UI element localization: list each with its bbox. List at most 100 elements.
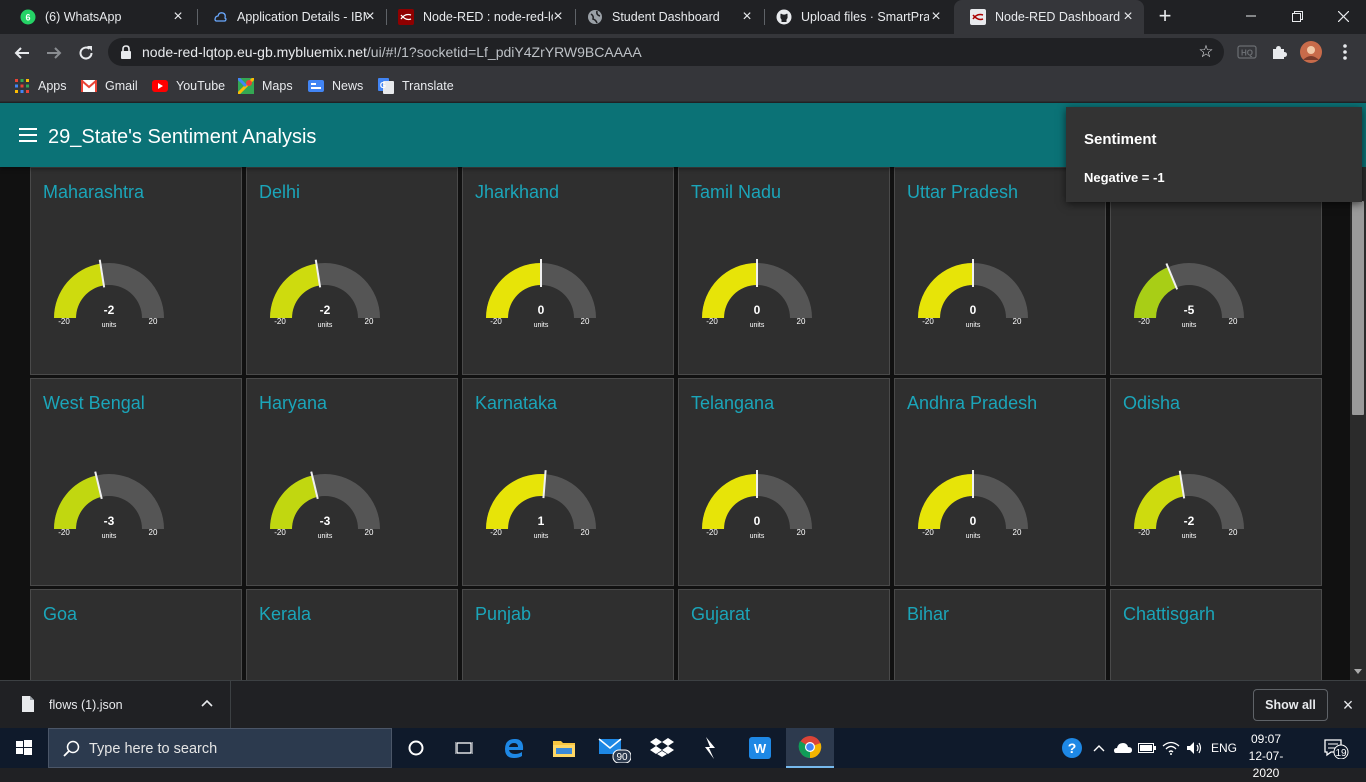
- tab-whatsapp[interactable]: 6 (6) WhatsApp ×: [4, 0, 194, 34]
- close-tab-icon[interactable]: ×: [739, 9, 755, 25]
- system-clock[interactable]: 09:07 12-07-2020: [1238, 731, 1294, 782]
- bookmark-news[interactable]: News: [308, 76, 363, 96]
- taskbar-app-arrow[interactable]: [686, 728, 734, 768]
- gauge-min-label: -20: [922, 528, 934, 537]
- lock-icon: [121, 45, 131, 59]
- address-bar[interactable]: node-red-lqtop.eu-gb.mybluemix.net/ui/#!…: [108, 38, 1224, 66]
- windows-logo-icon: [16, 740, 32, 755]
- bookmark-translate[interactable]: G Translate: [378, 76, 454, 96]
- gauge-fill: [270, 475, 318, 529]
- gauge-fill: [486, 474, 546, 529]
- taskbar-search-box[interactable]: Type here to search: [48, 728, 392, 768]
- tab-node-red-dashboard[interactable]: Node-RED Dashboard ×: [954, 0, 1144, 34]
- gauge-max-label: 20: [1013, 528, 1022, 537]
- task-view-button[interactable]: [440, 728, 488, 768]
- gauge-min-label: -20: [58, 528, 70, 537]
- taskbar-wps[interactable]: W: [736, 728, 784, 768]
- gauge-fill: [918, 474, 973, 529]
- gauge-min-label: -20: [1138, 317, 1150, 326]
- state-name: Bihar: [907, 604, 950, 624]
- gauge-card: Bihar: [894, 589, 1106, 680]
- tab-application-details[interactable]: Application Details - IBM ×: [196, 0, 386, 34]
- tab-student-dashboard[interactable]: Student Dashboard ×: [571, 0, 763, 34]
- menu-icon[interactable]: [19, 128, 37, 142]
- wifi-icon[interactable]: [1160, 728, 1182, 768]
- extension-hq-icon[interactable]: HQ: [1236, 41, 1258, 63]
- gauge-fill: [702, 263, 757, 318]
- gauge-card: Haryana -3 units -20 20: [246, 378, 458, 586]
- notification-message: Negative = -1: [1084, 170, 1165, 185]
- tab-label: (6) WhatsApp: [45, 10, 122, 24]
- gauge-fill: [54, 475, 102, 529]
- close-window-button[interactable]: [1320, 0, 1366, 30]
- tab-node-red-editor[interactable]: Node-RED : node-red-lq ×: [382, 0, 574, 34]
- close-tab-icon[interactable]: ×: [170, 9, 186, 25]
- gauge-units: units: [534, 533, 549, 540]
- gauge-units: units: [966, 322, 981, 329]
- gauge-fill: [1134, 474, 1184, 529]
- page-scrollbar[interactable]: [1350, 167, 1366, 680]
- gauge-card: Karnataka 1 units -20 20: [462, 378, 674, 586]
- taskbar-edge[interactable]: [490, 728, 538, 768]
- windows-start-button[interactable]: [0, 728, 48, 768]
- close-tab-icon[interactable]: ×: [1120, 9, 1136, 25]
- gauge-card: Kerala: [246, 589, 458, 680]
- onedrive-icon[interactable]: [1112, 728, 1134, 768]
- taskbar-chrome[interactable]: [786, 728, 834, 768]
- youtube-icon: [152, 78, 168, 94]
- gauge-units: units: [318, 533, 333, 540]
- reload-button[interactable]: [73, 39, 99, 65]
- bookmark-label: Maps: [262, 79, 293, 93]
- bookmark-star-icon[interactable]: ☆: [1196, 42, 1216, 62]
- scrollbar-thumb[interactable]: [1352, 201, 1364, 415]
- gauge-card: Odisha -2 units -20 20: [1110, 378, 1322, 586]
- action-center-icon[interactable]: 19: [1316, 728, 1356, 768]
- restore-button[interactable]: [1274, 0, 1320, 30]
- close-tab-icon[interactable]: ×: [550, 9, 566, 25]
- edge-icon: [505, 739, 524, 758]
- taskbar-file-explorer[interactable]: [540, 728, 588, 768]
- tab-upload-files[interactable]: Upload files · SmartPrac ×: [760, 0, 952, 34]
- scroll-down-arrow[interactable]: [1354, 669, 1362, 674]
- news-icon: [308, 78, 324, 94]
- bookmark-apps[interactable]: Apps: [14, 76, 67, 96]
- new-tab-button[interactable]: +: [1154, 5, 1176, 28]
- back-button[interactable]: [9, 39, 35, 65]
- show-hidden-icons[interactable]: [1090, 728, 1108, 768]
- profile-avatar[interactable]: [1300, 41, 1322, 64]
- bookmark-youtube[interactable]: YouTube: [152, 76, 225, 96]
- language-indicator[interactable]: ENG: [1208, 728, 1240, 768]
- apps-grid-icon: [14, 78, 30, 94]
- close-tab-icon[interactable]: ×: [362, 9, 378, 25]
- gauge-card: Punjab: [462, 589, 674, 680]
- sentiment-gauge: 0 units -20 20: [918, 470, 1028, 540]
- tab-label: Node-RED : node-red-lq: [423, 10, 553, 24]
- extensions-puzzle-icon[interactable]: [1268, 41, 1290, 63]
- browser-menu-icon[interactable]: [1334, 41, 1356, 63]
- close-shelf-icon[interactable]: ×: [1338, 695, 1358, 715]
- taskbar-mail[interactable]: 90: [590, 728, 638, 768]
- mail-badge: 90: [616, 752, 628, 763]
- close-tab-icon[interactable]: ×: [928, 9, 944, 25]
- cortana-button[interactable]: [392, 728, 440, 768]
- battery-icon[interactable]: [1136, 728, 1158, 768]
- gauge-card: West Bengal -3 units -20 20: [30, 378, 242, 586]
- bookmark-gmail[interactable]: Gmail: [81, 76, 138, 96]
- gmail-icon: [81, 78, 97, 94]
- state-name: Goa: [43, 604, 78, 624]
- minimize-button[interactable]: [1228, 0, 1274, 30]
- chevron-up-icon[interactable]: [200, 696, 214, 710]
- show-all-button[interactable]: Show all: [1253, 689, 1328, 721]
- gauge-max-label: 20: [797, 528, 806, 537]
- sentiment-notification[interactable]: Sentiment Negative = -1: [1066, 107, 1362, 202]
- download-item[interactable]: flows (1).json: [0, 681, 231, 729]
- bookmark-maps[interactable]: Maps: [238, 76, 293, 96]
- help-tray-icon[interactable]: ?: [1058, 728, 1086, 768]
- gauge-units: units: [1182, 533, 1197, 540]
- gauge-value: -2: [320, 303, 331, 317]
- gauge-value: 1: [538, 514, 545, 528]
- forward-button[interactable]: [41, 39, 67, 65]
- gauge-fill: [54, 263, 104, 318]
- volume-icon[interactable]: [1184, 728, 1206, 768]
- taskbar-dropbox[interactable]: [638, 728, 686, 768]
